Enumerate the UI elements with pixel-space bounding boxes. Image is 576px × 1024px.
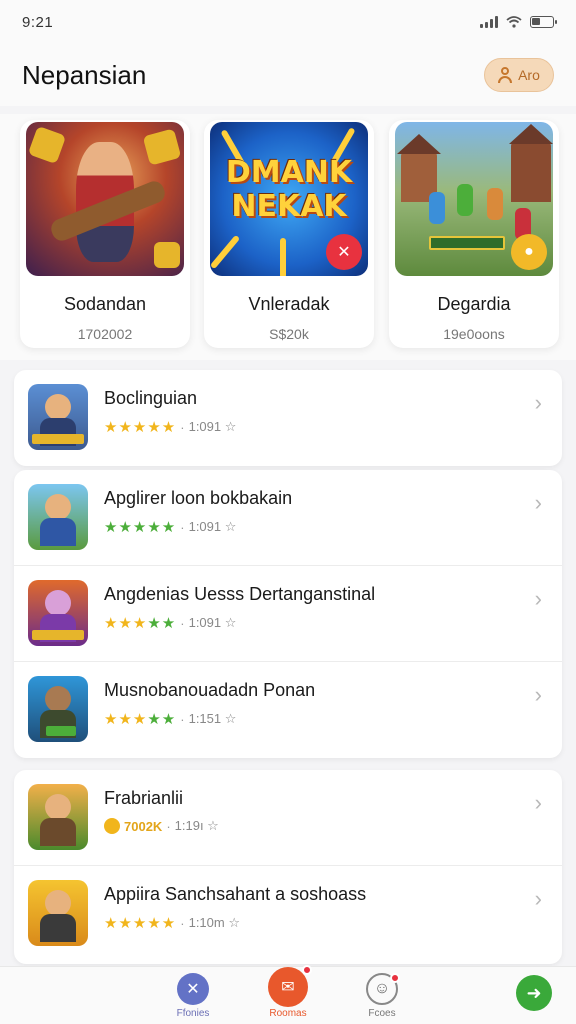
app-icon	[28, 484, 88, 550]
chevron-right-icon: ›	[534, 390, 542, 415]
list-item[interactable]: Appiira Sanchsahant a soshoass ★★★★★ · 1…	[14, 866, 562, 962]
profile-icon: ☺	[366, 973, 400, 1005]
rating: ★★★★★ · 1:151 ☆	[104, 711, 237, 728]
battery-icon	[530, 16, 557, 28]
featured-card[interactable]: Sodandan 1702002	[20, 120, 190, 348]
app-icon	[28, 384, 88, 450]
list-item-title: Frabrianlii	[104, 788, 184, 808]
nav-tab-profile[interactable]: ☺ Fcoes	[350, 973, 414, 1023]
featured-logo-text: DMANK NEKAK	[225, 155, 353, 224]
featured-carousel: Sodandan 1702002 DMANK NEKAK ✕ Vnleradak…	[0, 114, 576, 360]
person-icon	[498, 67, 513, 83]
featured-game-art: ●	[395, 122, 553, 276]
list-item-title: Appiira Sanchsahant a soshoass	[104, 884, 367, 904]
list-item-title: Musnobanouadadn Ponan	[104, 680, 316, 700]
rating: ★★★★★ · 1:091 ☆	[104, 615, 237, 632]
rating: 7002K · 1:19ı ☆	[104, 818, 219, 834]
app-icon	[28, 880, 88, 946]
notification-dot	[302, 965, 312, 975]
list-item[interactable]: Frabrianlii 7002K · 1:19ı ☆ ›	[14, 770, 562, 866]
list-item-title: Angdenias Uesss Dertanganstinal	[104, 584, 376, 604]
nav-tab-rooms[interactable]: ✉ Roomas	[256, 965, 320, 1023]
featured-subtitle: S$20k	[269, 326, 309, 342]
action-button[interactable]: ➜	[516, 975, 552, 1011]
stars-icon: ★★★★★	[104, 419, 177, 436]
nav-tab-games[interactable]: ✕ Ffonies	[161, 973, 225, 1023]
profile-label: Aro	[518, 67, 540, 83]
arrow-icon: ➜	[526, 982, 542, 1003]
rating-text: 1:151 ☆	[188, 711, 237, 726]
chevron-right-icon: ›	[534, 682, 542, 707]
rating-coins: 7002K	[124, 818, 163, 834]
app-list-group: Apglirer loon bokbakain ★★★★★ · 1:091 ☆ …	[14, 470, 562, 758]
nav-label: Roomas	[269, 1008, 307, 1019]
list-item[interactable]: Apglirer loon bokbakain ★★★★★ · 1:091 ☆ …	[14, 470, 562, 566]
status-bar: 9:21	[0, 0, 576, 44]
nav-label: Fcoes	[368, 1008, 396, 1019]
featured-subtitle: 1702002	[77, 326, 133, 342]
featured-game-art: DMANK NEKAK ✕	[210, 122, 368, 276]
featured-card[interactable]: DMANK NEKAK ✕ Vnleradak S$20k	[204, 120, 374, 348]
page-title: Nepansian	[22, 59, 147, 90]
coin-badge-icon: ●	[511, 234, 547, 270]
status-icons	[480, 16, 557, 28]
wifi-icon	[506, 16, 522, 28]
featured-game-art	[26, 122, 184, 276]
stars-icon: ★★★★★	[104, 615, 177, 632]
chevron-right-icon: ›	[534, 490, 542, 515]
rating-text: 1:19ı ☆	[174, 818, 219, 833]
coin-icon	[104, 818, 120, 834]
chevron-right-icon: ›	[534, 886, 542, 911]
app-icon	[28, 784, 88, 850]
rating: ★★★★★ · 1:10m ☆	[104, 915, 240, 932]
app-icon	[28, 676, 88, 742]
chevron-right-icon: ›	[534, 586, 542, 611]
rating-text: 1:10m ☆	[188, 915, 240, 930]
stars-icon: ★★★★★	[104, 915, 177, 932]
featured-title: Sodandan	[63, 294, 147, 314]
rating: ★★★★★ · 1:091 ☆	[104, 519, 237, 536]
list-item-title: Boclinguian	[104, 388, 198, 408]
list-item-title: Apglirer loon bokbakain	[104, 488, 293, 508]
status-time: 9:21	[22, 13, 54, 31]
list-item[interactable]: Angdenias Uesss Dertanganstinal ★★★★★ · …	[14, 566, 562, 662]
app-list-group: Frabrianlii 7002K · 1:19ı ☆ › Appiira Sa…	[14, 770, 562, 964]
stars-icon: ★★★★★	[104, 519, 177, 536]
list-item[interactable]: Musnobanouadadn Ponan ★★★★★ · 1:151 ☆ ›	[14, 662, 562, 758]
notification-dot	[390, 973, 400, 983]
rating-text: 1:091 ☆	[188, 615, 237, 630]
rating-text: 1:091 ☆	[188, 419, 237, 434]
featured-card[interactable]: ● Degardia 19e0oons	[389, 120, 559, 348]
signal-icon	[480, 16, 498, 28]
app-list-group: Boclinguian ★★★★★ · 1:091 ☆ ›	[14, 370, 562, 466]
list-item[interactable]: Boclinguian ★★★★★ · 1:091 ☆ ›	[14, 370, 562, 466]
rating-text: 1:091 ☆	[188, 519, 237, 534]
profile-button[interactable]: Aro	[484, 58, 554, 92]
stars-icon: ★★★★★	[104, 711, 177, 728]
close-badge-icon[interactable]: ✕	[326, 234, 362, 270]
games-icon: ✕	[177, 973, 209, 1005]
featured-title: Vnleradak	[248, 294, 330, 314]
nav-label: Ffonies	[176, 1008, 210, 1019]
app-icon	[28, 580, 88, 646]
chevron-right-icon: ›	[534, 790, 542, 815]
bottom-navigation: ✕ Ffonies ✉ Roomas ☺ Fcoes ➜	[0, 965, 576, 1024]
featured-subtitle: 19e0oons	[443, 326, 505, 342]
rating: ★★★★★ · 1:091 ☆	[104, 419, 237, 436]
featured-title: Degardia	[437, 294, 511, 314]
header: Nepansian Aro	[0, 44, 576, 106]
chat-icon: ✉	[268, 965, 312, 1007]
